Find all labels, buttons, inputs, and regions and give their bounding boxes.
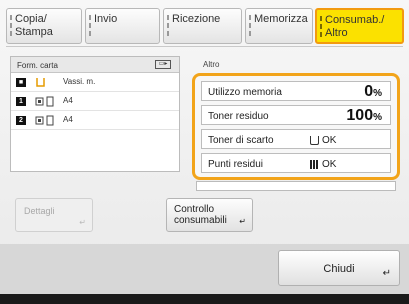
plain-paper-icon bbox=[35, 96, 54, 107]
check-consumables-button[interactable]: Controllo consumabili ↵ bbox=[166, 198, 253, 232]
tab-label: Ricezione bbox=[172, 13, 221, 25]
extra-status-strip bbox=[196, 181, 396, 191]
tab-send[interactable]: Invio bbox=[85, 8, 160, 44]
tray-icon: ■ bbox=[16, 78, 26, 87]
tab-label: Invio bbox=[94, 13, 118, 25]
paper-row-tray-2[interactable]: 2 A4 bbox=[11, 111, 179, 130]
bottom-bezel bbox=[0, 294, 409, 304]
corner-arrow-icon: ↵ bbox=[79, 218, 86, 227]
paper-list-header: Form. carta ▭▸ bbox=[11, 57, 179, 73]
waste-toner-label: Toner di scarto bbox=[208, 135, 274, 146]
tab-store[interactable]: Memorizza bbox=[245, 8, 313, 44]
memory-usage-label: Utilizzo memoria bbox=[208, 87, 282, 98]
staples-remaining-label: Punti residui bbox=[208, 159, 264, 170]
tab-copy-print[interactable]: Copia/ Stampa bbox=[6, 8, 82, 44]
staples-icon bbox=[310, 160, 319, 169]
toner-remaining-value: 100% bbox=[346, 107, 382, 124]
paper-select-icon[interactable]: ▭▸ bbox=[155, 60, 171, 69]
paper-list: Form. carta ▭▸ ■ Vassi. m. 1 A4 2 A4 bbox=[10, 56, 180, 172]
staples-remaining-status: OK bbox=[322, 159, 337, 170]
tray-icon: 2 bbox=[16, 116, 26, 125]
altro-title: Altro bbox=[203, 60, 220, 69]
paper-row-tray-1[interactable]: 1 A4 bbox=[11, 92, 179, 111]
tab-consumables-other[interactable]: Consumab./ Altro bbox=[315, 8, 404, 44]
waste-toner-cell: Toner di scarto OK bbox=[201, 129, 391, 149]
corner-arrow-icon: ↵ bbox=[239, 217, 246, 226]
toner-remaining-cell: Toner residuo 100% bbox=[201, 105, 391, 125]
staples-remaining-cell: Punti residui OK bbox=[201, 153, 391, 173]
waste-toner-status: OK bbox=[322, 135, 337, 146]
corner-arrow-icon: ↵ bbox=[382, 268, 391, 279]
toner-remaining-label: Toner residuo bbox=[208, 111, 269, 122]
bypass-tray-icon bbox=[36, 78, 45, 87]
tray-icon: 1 bbox=[16, 97, 26, 106]
waste-toner-icon bbox=[310, 136, 319, 145]
tab-label: Consumab./ Altro bbox=[325, 14, 385, 39]
close-button[interactable]: Chiudi ↵ bbox=[278, 250, 400, 286]
tab-receive[interactable]: Ricezione bbox=[163, 8, 242, 44]
memory-usage-cell: Utilizzo memoria 0% bbox=[201, 81, 391, 101]
panel-divider bbox=[6, 46, 403, 47]
tab-label: Memorizza bbox=[254, 13, 308, 25]
plain-paper-icon bbox=[35, 115, 54, 126]
memory-usage-value: 0% bbox=[364, 83, 382, 100]
tab-label: Copia/ Stampa bbox=[15, 13, 53, 38]
paper-row-manual[interactable]: ■ Vassi. m. bbox=[11, 73, 179, 92]
details-button[interactable]: Dettagli ↵ bbox=[15, 198, 93, 232]
status-highlight-box: Utilizzo memoria 0% Toner residuo 100% T… bbox=[192, 73, 400, 180]
screen: Copia/ Stampa Invio Ricezione Memorizza … bbox=[0, 0, 409, 294]
